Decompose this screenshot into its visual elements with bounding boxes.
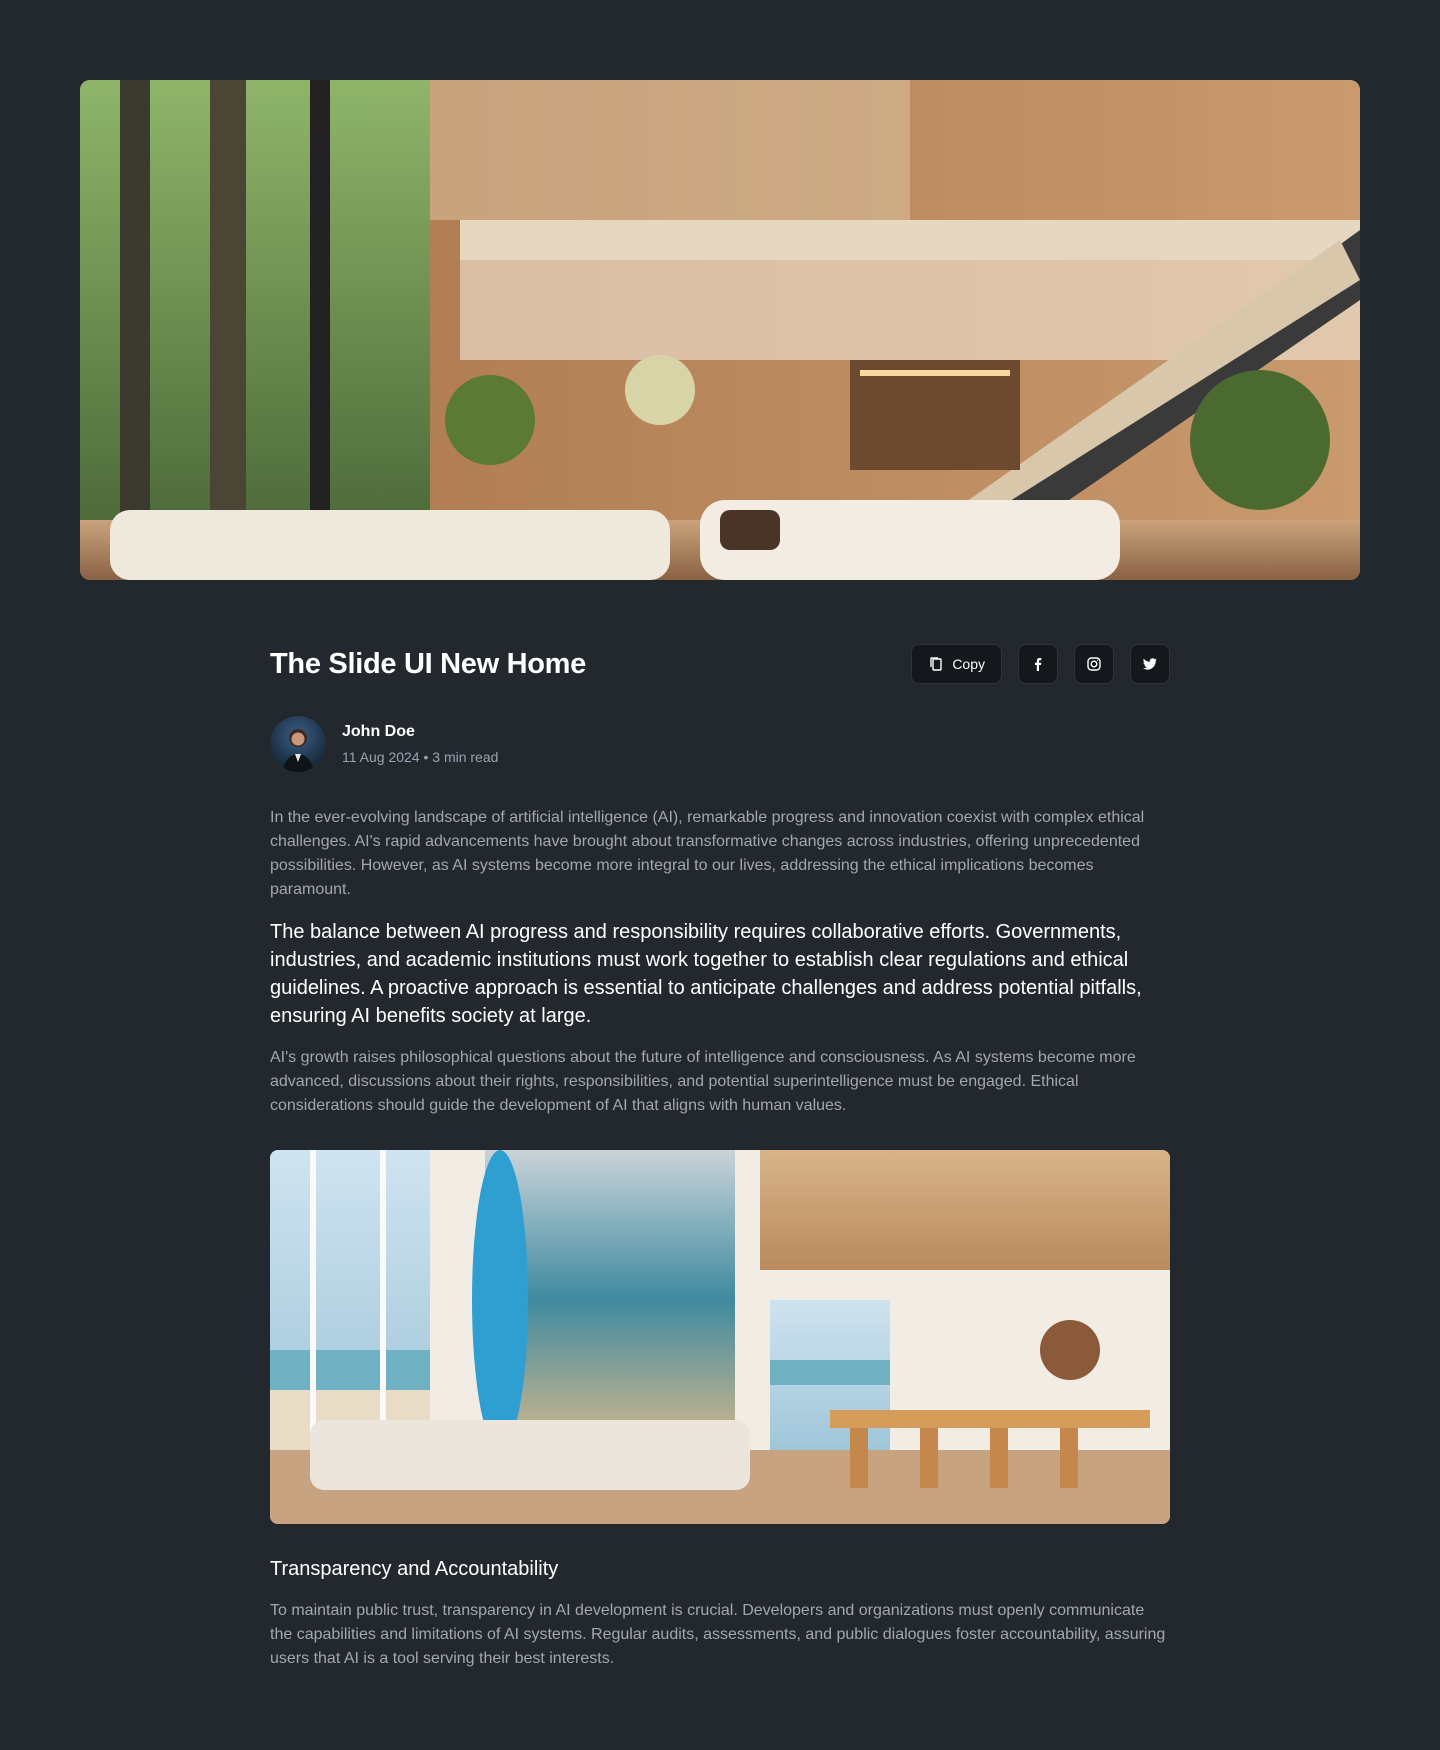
- article-header: The Slide UI New Home Copy: [270, 640, 1170, 688]
- author-block: John Doe 11 Aug 2024 • 3 min read: [270, 716, 1170, 772]
- paragraph-growth: AI's growth raises philosophical questio…: [270, 1049, 1136, 1114]
- paragraph-intro: In the ever-evolving landscape of artifi…: [270, 809, 1145, 898]
- author-info: John Doe 11 Aug 2024 • 3 min read: [342, 723, 498, 765]
- lead-paragraph: The balance between AI progress and resp…: [270, 921, 1142, 1027]
- facebook-icon: [1035, 658, 1042, 671]
- copy-button[interactable]: Copy: [911, 644, 1002, 684]
- inline-image: [270, 1150, 1170, 1524]
- facebook-share-button[interactable]: [1018, 644, 1058, 684]
- paragraph-transparency: To maintain public trust, transparency i…: [270, 1602, 1166, 1667]
- copy-icon: [930, 657, 943, 671]
- hero-image: [80, 80, 1360, 580]
- instagram-icon: [1087, 657, 1101, 671]
- section-heading: Transparency and Accountability: [270, 1558, 559, 1580]
- post-meta: 11 Aug 2024 • 3 min read: [342, 749, 499, 765]
- article-title: The Slide UI New Home: [270, 647, 586, 680]
- twitter-share-button[interactable]: [1130, 644, 1170, 684]
- article: The Slide UI New Home Copy John Doe 11 A…: [270, 640, 1170, 1671]
- copy-button-label: Copy: [952, 656, 985, 672]
- instagram-share-button[interactable]: [1074, 644, 1114, 684]
- twitter-icon: [1142, 658, 1157, 670]
- author-name[interactable]: John Doe: [342, 723, 498, 741]
- share-actions: Copy: [911, 644, 1170, 684]
- avatar[interactable]: [270, 716, 326, 772]
